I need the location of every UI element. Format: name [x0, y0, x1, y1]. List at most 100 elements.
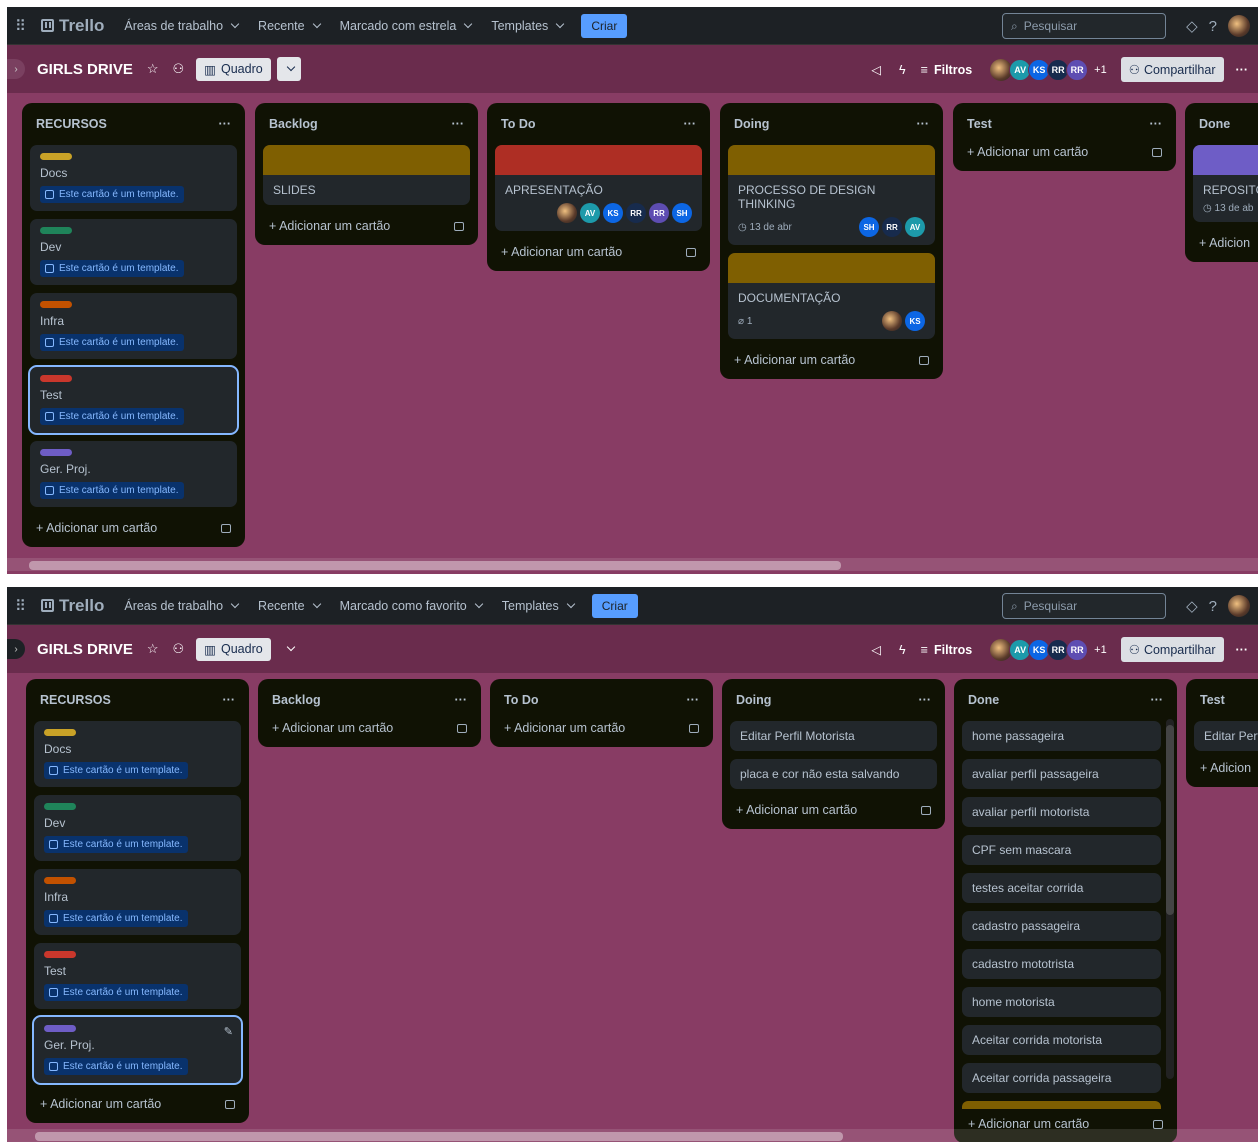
- user-avatar[interactable]: [1228, 15, 1250, 37]
- scrollbar-thumb[interactable]: [1166, 725, 1174, 915]
- card-ger-proj[interactable]: ✎ Ger. Proj. Este cartão é um template.: [32, 1015, 243, 1085]
- card-editar-perfil[interactable]: Editar Perfil: [1194, 721, 1258, 751]
- share-button[interactable]: ⚇ Compartilhar: [1120, 57, 1224, 82]
- list-item[interactable]: cadastro mototrista: [962, 949, 1161, 979]
- list-menu-icon[interactable]: ···: [919, 693, 932, 707]
- list-item[interactable]: avaliar perfil passageira: [962, 759, 1161, 789]
- add-card-button[interactable]: + Adicionar um cartão: [730, 789, 937, 821]
- create-from-template-icon[interactable]: [686, 247, 696, 257]
- card-docs[interactable]: Docs Este cartão é um template.: [34, 721, 241, 787]
- board-title[interactable]: GIRLS DRIVE: [37, 641, 133, 658]
- list-title[interactable]: Done: [1199, 117, 1230, 131]
- card-dev[interactable]: Dev Este cartão é um template.: [34, 795, 241, 861]
- search-input[interactable]: ⌕ Pesquisar: [1002, 13, 1166, 39]
- list-header[interactable]: Test ···: [961, 111, 1168, 137]
- trello-logo[interactable]: Trello: [41, 596, 104, 616]
- create-from-template-icon[interactable]: [921, 805, 931, 815]
- list-menu-icon[interactable]: ···: [455, 693, 468, 707]
- card-design-thinking[interactable]: PROCESSO DE DESIGN THINKING ◷ 13 de abr S…: [728, 145, 935, 245]
- card-dev[interactable]: Dev Este cartão é um template.: [30, 219, 237, 285]
- list-menu-icon[interactable]: ···: [452, 117, 465, 131]
- list-title[interactable]: RECURSOS: [36, 117, 107, 131]
- add-card-button[interactable]: + Adicionar um cartão: [263, 205, 470, 237]
- card-placa-cor[interactable]: placa e cor não esta salvando: [730, 759, 937, 789]
- list-header[interactable]: Backlog ···: [263, 111, 470, 137]
- apps-grid-icon[interactable]: ⠿: [15, 597, 31, 615]
- create-from-template-icon[interactable]: [1153, 1119, 1163, 1129]
- automation-icon[interactable]: ϟ: [899, 63, 906, 77]
- edit-pencil-icon[interactable]: ✎: [224, 1025, 233, 1038]
- list-item[interactable]: Aceitar corrida passageira: [962, 1063, 1161, 1093]
- card-apresentacao[interactable]: APRESENTAÇÃO AV KS RR RR SH: [495, 145, 702, 231]
- list-header[interactable]: RECURSOS ···: [34, 687, 241, 713]
- list-header[interactable]: Done: [1193, 111, 1258, 137]
- list-header[interactable]: Done ···: [962, 687, 1169, 713]
- more-members-count[interactable]: +1: [1094, 644, 1107, 656]
- add-card-button[interactable]: + Adicionar um cartão: [495, 231, 702, 263]
- create-button[interactable]: Criar: [591, 593, 638, 618]
- card-ger-proj[interactable]: Ger. Proj. Este cartão é um template.: [30, 441, 237, 507]
- card-documentacao[interactable]: DOCUMENTAÇÃO ⌀ 1 KS: [728, 253, 935, 339]
- list-scrollbar[interactable]: [1166, 719, 1174, 1079]
- list-item[interactable]: CPF sem mascara: [962, 835, 1161, 865]
- member-avatar[interactable]: RR: [1066, 638, 1089, 661]
- card-infra[interactable]: Infra Este cartão é um template.: [30, 293, 237, 359]
- list-menu-icon[interactable]: ···: [687, 693, 700, 707]
- visibility-icon[interactable]: ⚇: [173, 61, 185, 77]
- list-title[interactable]: To Do: [504, 693, 538, 707]
- add-card-button[interactable]: + Adicionar um cartão: [728, 339, 935, 371]
- scrollbar-thumb[interactable]: [29, 561, 841, 570]
- add-card-button[interactable]: + Adicion: [1194, 751, 1258, 779]
- list-menu-icon[interactable]: ···: [1150, 117, 1163, 131]
- nav-starred[interactable]: Marcado com estrela: [340, 19, 473, 33]
- power-ups-icon[interactable]: ◁: [871, 642, 881, 657]
- list-item[interactable]: home passageira: [962, 721, 1161, 751]
- nav-recent[interactable]: Recente: [258, 19, 321, 33]
- view-dropdown-button[interactable]: [276, 57, 301, 81]
- board-title[interactable]: GIRLS DRIVE: [37, 61, 133, 78]
- list-header[interactable]: Doing ···: [730, 687, 937, 713]
- nav-templates[interactable]: Templates: [502, 599, 575, 613]
- create-from-template-icon[interactable]: [221, 523, 231, 533]
- filters-button[interactable]: ≡ Filtros: [921, 643, 973, 657]
- add-card-button[interactable]: + Adicionar um cartão: [961, 137, 1168, 163]
- sidebar-toggle[interactable]: ›: [7, 59, 25, 79]
- view-switcher[interactable]: ▥ Quadro: [196, 637, 271, 661]
- horizontal-scrollbar[interactable]: [7, 1129, 1258, 1142]
- horizontal-scrollbar[interactable]: [7, 558, 1258, 571]
- list-title[interactable]: Backlog: [269, 117, 318, 131]
- card-infra[interactable]: Infra Este cartão é um template.: [34, 869, 241, 935]
- create-from-template-icon[interactable]: [457, 723, 467, 733]
- partial-card-cover[interactable]: [962, 1101, 1161, 1109]
- more-menu-icon[interactable]: ···: [1236, 643, 1249, 657]
- add-card-button[interactable]: + Adicionar um cartão: [498, 713, 705, 739]
- list-header[interactable]: Backlog ···: [266, 687, 473, 713]
- notifications-icon[interactable]: ◇: [1186, 597, 1198, 615]
- list-header[interactable]: To Do ···: [495, 111, 702, 137]
- list-header[interactable]: Doing ···: [728, 111, 935, 137]
- star-icon[interactable]: ☆: [147, 61, 159, 77]
- nav-templates[interactable]: Templates: [491, 19, 565, 33]
- add-card-button[interactable]: + Adicionar um cartão: [266, 713, 473, 739]
- add-card-button[interactable]: + Adicionar um cartão: [30, 507, 237, 539]
- board-members[interactable]: AV KS RR RR: [990, 638, 1089, 661]
- nav-workspaces[interactable]: Áreas de trabalho: [124, 599, 240, 613]
- create-from-template-icon[interactable]: [689, 723, 699, 733]
- power-ups-icon[interactable]: ◁: [871, 62, 881, 77]
- nav-recent[interactable]: Recente: [258, 599, 321, 613]
- filters-button[interactable]: ≡ Filtros: [921, 63, 973, 77]
- list-menu-icon[interactable]: ···: [1151, 693, 1164, 707]
- card-docs[interactable]: Docs Este cartão é um template.: [30, 145, 237, 211]
- help-icon[interactable]: ?: [1209, 18, 1217, 35]
- create-from-template-icon[interactable]: [919, 355, 929, 365]
- list-header[interactable]: RECURSOS ···: [30, 111, 237, 137]
- list-title[interactable]: RECURSOS: [40, 693, 111, 707]
- more-menu-icon[interactable]: ···: [1236, 63, 1249, 77]
- list-item[interactable]: home motorista: [962, 987, 1161, 1017]
- share-button[interactable]: ⚇ Compartilhar: [1120, 637, 1224, 662]
- scrollbar-thumb[interactable]: [35, 1132, 843, 1141]
- list-item[interactable]: cadastro passageira: [962, 911, 1161, 941]
- member-avatar[interactable]: RR: [1066, 58, 1089, 81]
- list-item[interactable]: Aceitar corrida motorista: [962, 1025, 1161, 1055]
- visibility-icon[interactable]: ⚇: [173, 641, 185, 657]
